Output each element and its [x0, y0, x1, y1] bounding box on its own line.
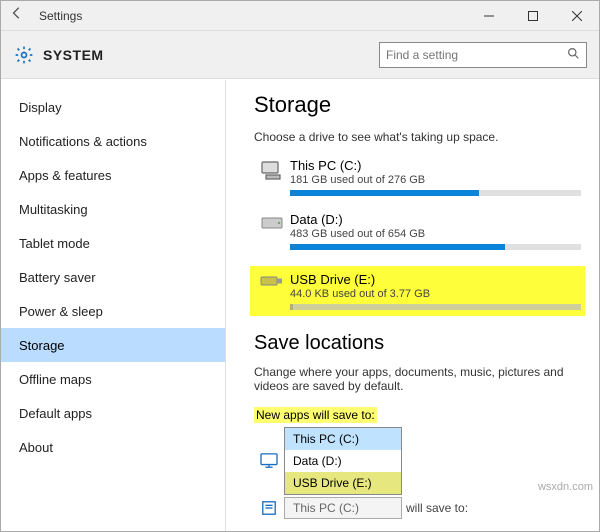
drive-icon	[254, 272, 290, 288]
drive-name: USB Drive (E:)	[290, 272, 581, 287]
sidebar-item-tablet-mode[interactable]: Tablet mode	[1, 226, 225, 260]
dropdown-option[interactable]: USB Drive (E:)	[285, 472, 401, 494]
usage-bar	[290, 190, 581, 196]
drive-usage: 181 GB used out of 276 GB	[290, 174, 581, 186]
dropdown-option[interactable]: Data (D:)	[285, 450, 401, 472]
next-save-trailing: will save to:	[406, 501, 468, 515]
sidebar-item-about[interactable]: About	[1, 430, 225, 464]
new-apps-label: New apps will save to:	[254, 407, 377, 423]
header-row: SYSTEM	[1, 31, 599, 79]
sidebar-item-battery-saver[interactable]: Battery saver	[1, 260, 225, 294]
drive-row[interactable]: This PC (C:)181 GB used out of 276 GB	[254, 158, 581, 196]
monitor-icon	[254, 453, 284, 469]
back-button[interactable]	[1, 6, 33, 25]
minimize-button[interactable]	[467, 1, 511, 31]
gear-icon	[13, 44, 35, 66]
next-save-dropdown[interactable]: This PC (C:)	[284, 497, 402, 519]
sidebar-item-notifications-actions[interactable]: Notifications & actions	[1, 124, 225, 158]
document-icon	[254, 500, 284, 516]
drive-name: Data (D:)	[290, 212, 581, 227]
sidebar-item-default-apps[interactable]: Default apps	[1, 396, 225, 430]
close-button[interactable]	[555, 1, 599, 31]
drive-icon	[254, 158, 290, 180]
sidebar-item-power-sleep[interactable]: Power & sleep	[1, 294, 225, 328]
drive-usage: 44.0 KB used out of 3.77 GB	[290, 288, 581, 300]
save-locations-subheading: Change where your apps, documents, music…	[254, 365, 581, 393]
search-box[interactable]	[379, 42, 587, 68]
search-icon	[567, 47, 580, 63]
dropdown-option[interactable]: This PC (C:)	[285, 428, 401, 450]
save-location-dropdown[interactable]: This PC (C:)Data (D:)USB Drive (E:)	[284, 427, 402, 495]
sidebar-item-storage[interactable]: Storage	[1, 328, 225, 362]
sidebar-item-display[interactable]: Display	[1, 90, 225, 124]
storage-subheading: Choose a drive to see what's taking up s…	[254, 130, 581, 144]
sidebar: DisplayNotifications & actionsApps & fea…	[1, 80, 226, 531]
drive-name: This PC (C:)	[290, 158, 581, 173]
drive-row[interactable]: Data (D:)483 GB used out of 654 GB	[254, 212, 581, 250]
usage-bar	[290, 244, 581, 250]
next-save-value: This PC (C:)	[293, 501, 359, 515]
sidebar-item-offline-maps[interactable]: Offline maps	[1, 362, 225, 396]
maximize-button[interactable]	[511, 1, 555, 31]
settings-window: Settings SYSTEM	[0, 0, 600, 532]
drive-row[interactable]: USB Drive (E:)44.0 KB used out of 3.77 G…	[250, 266, 585, 316]
sidebar-item-multitasking[interactable]: Multitasking	[1, 192, 225, 226]
window-title: Settings	[33, 9, 82, 23]
search-input[interactable]	[386, 48, 567, 62]
section-heading: SYSTEM	[43, 47, 104, 63]
usage-bar	[290, 304, 581, 310]
drive-usage: 483 GB used out of 654 GB	[290, 228, 581, 240]
drive-icon	[254, 212, 290, 232]
sidebar-item-apps-features[interactable]: Apps & features	[1, 158, 225, 192]
save-locations-heading: Save locations	[254, 332, 581, 355]
body: DisplayNotifications & actionsApps & fea…	[1, 80, 599, 531]
storage-heading: Storage	[254, 92, 581, 118]
save-block: New apps will save to: This PC (C:)Data …	[254, 407, 581, 519]
titlebar: Settings	[1, 1, 599, 31]
main-panel: Storage Choose a drive to see what's tak…	[226, 80, 599, 531]
